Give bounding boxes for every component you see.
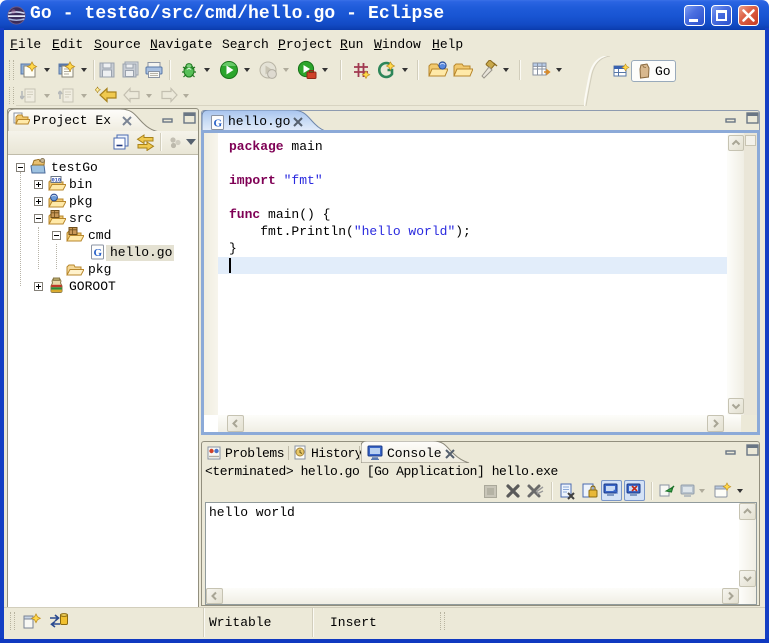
svg-text:G: G — [214, 118, 223, 130]
svg-text:G: G — [94, 247, 103, 259]
svg-text:010: 010 — [52, 178, 61, 184]
